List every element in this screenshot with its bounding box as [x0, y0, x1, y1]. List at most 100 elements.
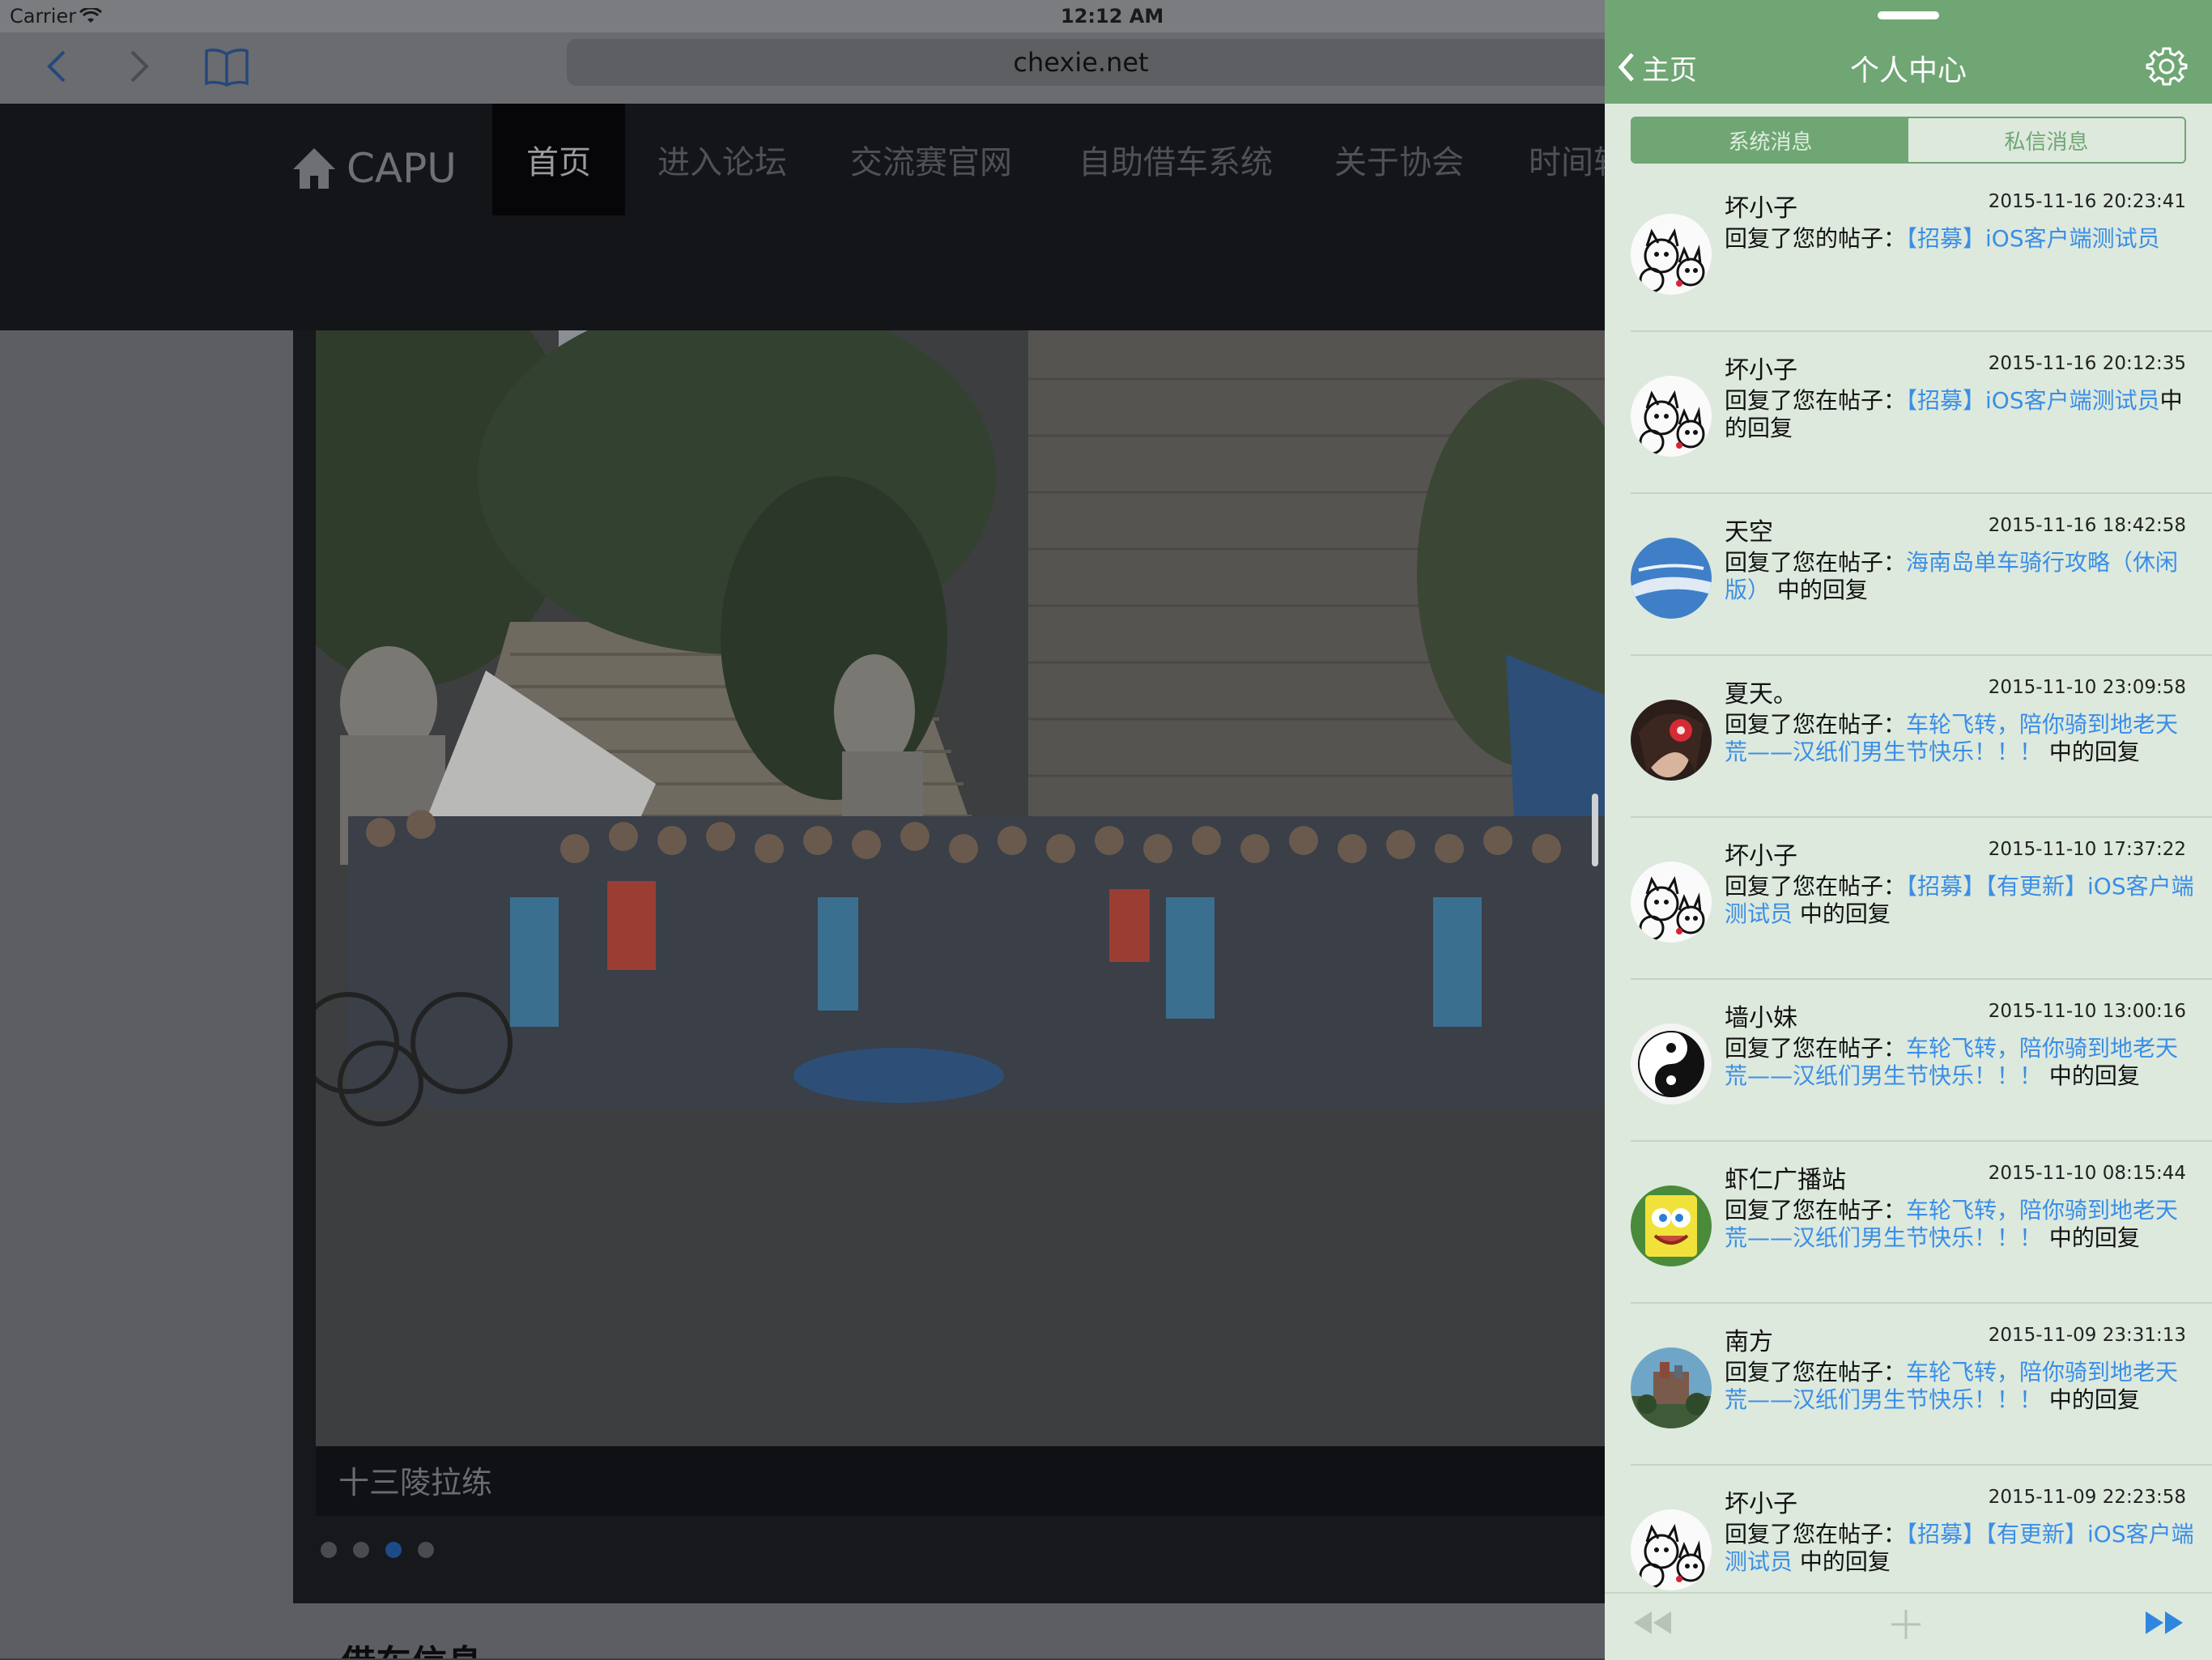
message-timestamp: 2015-11-10 23:09:58: [1988, 677, 2186, 698]
panel-title: 个人中心: [1849, 54, 1967, 87]
site-brand[interactable]: CAPU: [291, 136, 457, 201]
message-timestamp: 2015-11-10 08:15:44: [1988, 1163, 2186, 1184]
message-body: 回复了您的帖子：【招募】iOS客户端测试员: [1725, 225, 2194, 253]
avatar[interactable]: [1631, 700, 1712, 781]
message-timestamp: 2015-11-16 20:12:35: [1988, 353, 2186, 374]
avatar[interactable]: [1631, 862, 1712, 943]
carousel-caption-bar: [316, 1446, 1605, 1516]
carousel-dot-1[interactable]: [321, 1542, 337, 1558]
message-username: 坏小子: [1725, 194, 1797, 223]
avatar[interactable]: [1631, 1024, 1712, 1105]
tab-private-messages[interactable]: 私信消息: [1908, 118, 2184, 162]
avatar[interactable]: [1631, 214, 1712, 295]
avatar[interactable]: [1631, 376, 1712, 457]
url-text: chexie.net: [1013, 47, 1149, 78]
nav-timeline[interactable]: 时间轴: [1495, 104, 1605, 215]
avatar[interactable]: [1631, 538, 1712, 619]
carousel-caption: 十三陵拉练: [338, 1465, 493, 1500]
message-body: 回复了您在帖子：【招募】【有更新】iOS客户端测试员 中的回复: [1725, 1521, 2194, 1576]
message-username: 坏小子: [1725, 356, 1797, 385]
fast-forward-icon[interactable]: [2144, 1607, 2186, 1642]
split-view-divider-handle[interactable]: [1592, 794, 1598, 866]
message-prefix: 回复了您在帖子：: [1725, 711, 1907, 738]
carousel-dot-2[interactable]: [353, 1542, 369, 1558]
message-row[interactable]: 坏小子 2015-11-16 20:23:41 回复了您的帖子：【招募】iOS客户端…: [1605, 170, 2212, 332]
status-bar: Carrier 12:12 AM: [0, 0, 2212, 32]
nav-home[interactable]: 首页: [492, 104, 625, 215]
avatar[interactable]: [1631, 1347, 1712, 1428]
message-list: 坏小子 2015-11-16 20:23:41 回复了您的帖子：【招募】iOS客户端…: [1605, 170, 2212, 1595]
avatar[interactable]: [1631, 1509, 1712, 1590]
clock: 12:12 AM: [1061, 5, 1164, 28]
wifi-icon: [79, 6, 103, 29]
browser-window: chexie.net CAPU 首页 进入论坛 交流赛官网 自助借车系统 关于协…: [0, 0, 1605, 1658]
address-bar[interactable]: chexie.net: [567, 39, 1605, 86]
message-prefix: 回复了您在帖子：: [1725, 549, 1907, 576]
message-username: 虾仁广播站: [1725, 1166, 1846, 1194]
gear-icon[interactable]: [2146, 45, 2188, 91]
message-username: 天空: [1725, 518, 1773, 547]
tab-system-messages[interactable]: 系统消息: [1632, 118, 1908, 162]
avatar[interactable]: [1631, 1185, 1712, 1266]
message-row[interactable]: 坏小子 2015-11-09 22:23:58 回复了您在帖子：【招募】【有更新】i…: [1605, 1466, 2212, 1595]
message-prefix: 回复了您在帖子：: [1725, 1359, 1907, 1385]
message-row[interactable]: 墙小妹 2015-11-10 13:00:16 回复了您在帖子：车轮飞转，陪你骑到地…: [1605, 980, 2212, 1142]
nav-bike-lending[interactable]: 自助借车系统: [1044, 104, 1307, 215]
message-timestamp: 2015-11-10 17:37:22: [1988, 839, 2186, 860]
message-suffix: 中的回复: [2042, 738, 2140, 765]
message-timestamp: 2015-11-16 20:23:41: [1988, 191, 2186, 212]
thread-link[interactable]: 【招募】iOS客户端测试员: [1906, 225, 2160, 252]
message-body: 回复了您在帖子：车轮飞转，陪你骑到地老天荒——汉纸们男生节快乐！！！ 中的回复: [1725, 1035, 2194, 1090]
message-prefix: 回复了您在帖子：: [1725, 1197, 1907, 1224]
message-prefix: 回复了您在帖子：: [1725, 873, 1907, 900]
message-prefix: 回复了您在帖子：: [1725, 1035, 1907, 1062]
panel-footer-toolbar: [1605, 1592, 2212, 1660]
message-suffix: 中的回复: [2042, 1224, 2140, 1251]
message-username: 南方: [1725, 1328, 1773, 1356]
section-heading: 借车信息: [340, 1634, 483, 1658]
message-row[interactable]: 天空 2015-11-16 18:42:58 回复了您在帖子：海南岛单车骑行攻略（休…: [1605, 494, 2212, 656]
message-row[interactable]: 坏小子 2015-11-16 20:12:35 回复了您在帖子：【招募】iOS客户端…: [1605, 332, 2212, 494]
message-type-segmented-control: 系统消息 私信消息: [1631, 117, 2186, 164]
carousel-dot-3[interactable]: [385, 1542, 402, 1558]
message-body: 回复了您在帖子：车轮飞转，陪你骑到地老天荒——汉纸们男生节快乐！！！ 中的回复: [1725, 1359, 2194, 1414]
browser-toolbar: chexie.net: [0, 32, 1605, 104]
rewind-icon[interactable]: [1631, 1607, 1673, 1642]
nav-race[interactable]: 交流赛官网: [816, 104, 1046, 215]
message-timestamp: 2015-11-09 23:31:13: [1988, 1325, 2186, 1346]
message-username: 夏天。: [1725, 680, 1797, 709]
thread-link[interactable]: 【招募】iOS客户端测试员: [1906, 387, 2160, 414]
bookmarks-icon[interactable]: [201, 40, 253, 92]
message-body: 回复了您在帖子：【招募】【有更新】iOS客户端测试员 中的回复: [1725, 873, 2194, 928]
message-row[interactable]: 南方 2015-11-09 23:31:13 回复了您在帖子：车轮飞转，陪你骑到地老…: [1605, 1304, 2212, 1466]
message-row[interactable]: 虾仁广播站 2015-11-10 08:15:44 回复了您在帖子：车轮飞转，陪你骑…: [1605, 1142, 2212, 1304]
message-suffix: 中的回复: [1793, 900, 1891, 927]
message-suffix: 中的回复: [2042, 1386, 2140, 1413]
message-suffix: 中的回复: [1793, 1548, 1891, 1575]
message-body: 回复了您在帖子：【招募】iOS客户端测试员中的回复: [1725, 387, 2194, 442]
message-prefix: 回复了您在帖子：: [1725, 387, 1907, 414]
message-suffix: 中的回复: [2042, 1062, 2140, 1089]
message-row[interactable]: 坏小子 2015-11-10 17:37:22 回复了您在帖子：【招募】【有更新】i…: [1605, 818, 2212, 980]
message-prefix: 回复了您在帖子：: [1725, 1521, 1907, 1547]
carousel-photo[interactable]: [316, 330, 1605, 1446]
home-icon: [293, 148, 335, 189]
message-username: 墙小妹: [1725, 1004, 1797, 1032]
message-body: 回复了您在帖子：车轮飞转，陪你骑到地老天荒——汉纸们男生节快乐！！！ 中的回复: [1725, 711, 2194, 766]
message-prefix: 回复了您的帖子：: [1725, 225, 1907, 252]
forward-icon[interactable]: [113, 40, 165, 92]
message-suffix: 中的回复: [1770, 577, 1868, 603]
message-timestamp: 2015-11-10 13:00:16: [1988, 1001, 2186, 1022]
carousel-dot-4[interactable]: [418, 1542, 434, 1558]
site-navbar: CAPU 首页 进入论坛 交流赛官网 自助借车系统 关于协会 时间轴: [0, 104, 1605, 330]
carrier-label: Carrier: [10, 5, 77, 28]
nav-about[interactable]: 关于协会: [1300, 104, 1498, 215]
message-body: 回复了您在帖子：海南岛单车骑行攻略（休闲版） 中的回复: [1725, 549, 2194, 604]
message-row[interactable]: 夏天。 2015-11-10 23:09:58 回复了您在帖子：车轮飞转，陪你骑到地…: [1605, 656, 2212, 818]
slide-over-panel: 主页 个人中心 系统消息 私信消息 坏小子 2015-11-16 20:23:41…: [1605, 0, 2212, 1660]
add-icon[interactable]: [1888, 1607, 1924, 1645]
message-timestamp: 2015-11-09 22:23:58: [1988, 1487, 2186, 1508]
brand-label: CAPU: [347, 145, 457, 192]
back-icon[interactable]: [31, 40, 83, 92]
nav-forum[interactable]: 进入论坛: [623, 104, 821, 215]
